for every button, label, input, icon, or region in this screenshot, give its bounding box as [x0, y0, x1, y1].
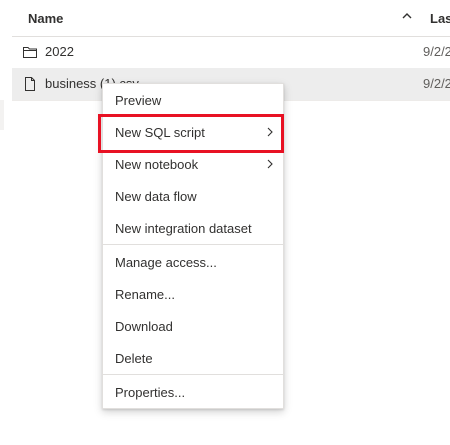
row-name[interactable]: 2022 [45, 44, 74, 59]
folder-icon [23, 47, 37, 58]
menu-item-label: New SQL script [115, 125, 205, 140]
menu-item-new-notebook[interactable]: New notebook [103, 148, 283, 180]
menu-item-new-sql-script[interactable]: New SQL script [103, 116, 283, 148]
menu-item-rename[interactable]: Rename... [103, 278, 283, 310]
menu-divider [103, 374, 283, 375]
menu-item-label: New integration dataset [115, 221, 252, 236]
sort-ascending-icon[interactable] [401, 10, 413, 22]
menu-item-new-data-flow[interactable]: New data flow [103, 180, 283, 212]
menu-item-label: New notebook [115, 157, 199, 172]
chevron-right-icon [267, 159, 273, 169]
file-browser: Name Last modified 2022 9/2/2022 busines… [0, 0, 450, 445]
menu-item-download[interactable]: Download [103, 310, 283, 342]
menu-divider [103, 244, 283, 245]
menu-item-label: Preview [115, 93, 162, 108]
selection-indicator [0, 100, 4, 130]
menu-item-label: Delete [115, 351, 153, 366]
menu-item-manage-access[interactable]: Manage access... [103, 246, 283, 278]
row-date: 9/2/2022 [423, 44, 450, 59]
column-header: Name Last modified [12, 0, 450, 37]
column-name-header[interactable]: Name [28, 11, 63, 26]
menu-item-label: New data flow [115, 189, 197, 204]
file-icon [25, 77, 35, 91]
context-menu: Preview New SQL script New notebook New … [102, 83, 284, 409]
menu-item-new-integration-dataset[interactable]: New integration dataset [103, 212, 283, 244]
chevron-right-icon [267, 127, 273, 137]
menu-item-label: Rename... [115, 287, 175, 302]
menu-item-label: Manage access... [115, 255, 217, 270]
column-last-modified-header[interactable]: Last modified [430, 11, 450, 26]
table-row[interactable]: 2022 9/2/2022 [12, 36, 450, 69]
menu-item-label: Download [115, 319, 173, 334]
menu-item-properties[interactable]: Properties... [103, 376, 283, 408]
menu-item-label: Properties... [115, 385, 186, 400]
row-date: 9/2/2022 [423, 76, 450, 91]
menu-item-delete[interactable]: Delete [103, 342, 283, 374]
menu-item-preview[interactable]: Preview [103, 84, 283, 116]
left-pane-edge [0, 0, 6, 445]
